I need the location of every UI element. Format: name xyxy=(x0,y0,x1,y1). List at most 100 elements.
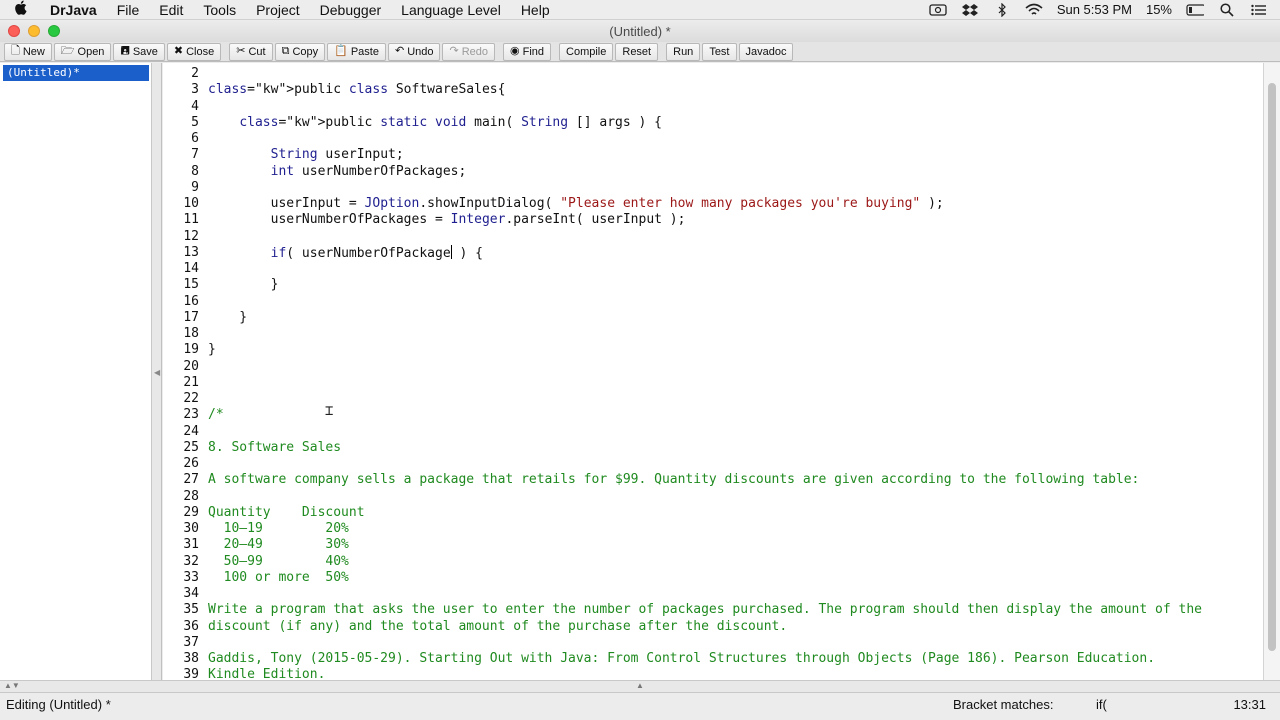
code-text[interactable]: Write a program that asks the user to en… xyxy=(208,602,1202,618)
code-line[interactable]: 20 xyxy=(163,359,1263,375)
splitter-handle-icon[interactable]: ▲ xyxy=(636,681,644,690)
code-line[interactable]: 25 8. Software Sales xyxy=(163,440,1263,456)
code-text[interactable]: 100 or more 50% xyxy=(208,570,349,586)
code-line[interactable]: 12 xyxy=(163,229,1263,245)
paste-button[interactable]: 📋 Paste xyxy=(327,42,386,61)
redo-button[interactable]: ↷ Redo xyxy=(442,42,495,61)
menu-edit[interactable]: Edit xyxy=(149,2,193,18)
menu-project[interactable]: Project xyxy=(246,2,310,18)
code-line[interactable]: 2 xyxy=(163,66,1263,82)
apple-icon[interactable] xyxy=(0,0,40,19)
code-text[interactable]: } xyxy=(208,310,247,326)
close-button[interactable]: ✖ Close xyxy=(166,42,222,61)
code-line[interactable]: 3 class="kw">public class SoftwareSales{ xyxy=(163,82,1263,98)
javadoc-button[interactable]: Javadoc xyxy=(738,42,794,61)
code-line[interactable]: 34 xyxy=(163,586,1263,602)
clock[interactable]: Sun 5:53 PM xyxy=(1057,2,1132,17)
vertical-splitter[interactable]: ◀ xyxy=(152,63,162,680)
notification-center-icon[interactable] xyxy=(1250,2,1268,18)
code-text[interactable]: class="kw">public static void main( Stri… xyxy=(208,115,662,131)
code-line[interactable]: 7 String userInput; xyxy=(163,147,1263,163)
splitter-grip-icon[interactable]: ◀ xyxy=(154,368,160,377)
code-text[interactable]: userNumberOfPackages = Integer.parseInt(… xyxy=(208,212,686,228)
code-line[interactable]: 28 xyxy=(163,489,1263,505)
code-text[interactable]: Gaddis, Tony (2015-05-29). Starting Out … xyxy=(208,651,1155,667)
code-text[interactable]: discount (if any) and the total amount o… xyxy=(208,619,787,635)
menu-language-level[interactable]: Language Level xyxy=(391,2,511,18)
menu-help[interactable]: Help xyxy=(511,2,560,18)
save-button[interactable]: 🖪 Save xyxy=(113,42,165,61)
code-line[interactable]: 15 } xyxy=(163,277,1263,293)
code-line[interactable]: 21 xyxy=(163,375,1263,391)
compile-button[interactable]: Compile xyxy=(559,42,614,61)
horizontal-splitter[interactable]: ▲▼ ▲ xyxy=(0,680,1280,692)
code-line[interactable]: 36 discount (if any) and the total amount… xyxy=(163,619,1263,635)
code-line[interactable]: 14 xyxy=(163,261,1263,277)
wifi-icon[interactable] xyxy=(1025,2,1043,18)
open-button[interactable]: 🗁 Open xyxy=(53,42,112,61)
code-line[interactable]: 4 xyxy=(163,99,1263,115)
collapse-arrow-icon[interactable]: ▲▼ xyxy=(4,681,20,690)
battery-icon[interactable] xyxy=(1186,2,1204,18)
code-line[interactable]: 17 } xyxy=(163,310,1263,326)
close-window-button[interactable] xyxy=(8,25,20,37)
code-line[interactable]: 35 Write a program that asks the user to … xyxy=(163,602,1263,618)
code-editor[interactable]: 2 3 class="kw">public class SoftwareSales{… xyxy=(163,63,1263,680)
minimize-window-button[interactable] xyxy=(28,25,40,37)
code-line[interactable]: 19} xyxy=(163,342,1263,358)
code-text[interactable]: class="kw">public class SoftwareSales{ xyxy=(208,82,505,98)
code-text[interactable]: String userInput; xyxy=(208,147,404,163)
code-text[interactable]: 10–19 20% xyxy=(208,521,349,537)
code-text[interactable]: Quantity Discount xyxy=(208,505,365,521)
code-text[interactable]: Kindle Edition. xyxy=(208,667,325,680)
code-line[interactable]: 33 100 or more 50% xyxy=(163,570,1263,586)
code-line[interactable]: 39 Kindle Edition. xyxy=(163,667,1263,680)
code-text[interactable]: } xyxy=(208,342,216,358)
spotlight-search-icon[interactable] xyxy=(1218,2,1236,18)
code-line[interactable]: 38 Gaddis, Tony (2015-05-29). Starting Ou… xyxy=(163,651,1263,667)
bluetooth-icon[interactable] xyxy=(993,2,1011,18)
reset-button[interactable]: Reset xyxy=(615,42,659,61)
dropbox-icon[interactable] xyxy=(961,2,979,18)
code-text[interactable]: } xyxy=(208,277,279,293)
code-line[interactable]: 31 20–49 30% xyxy=(163,537,1263,553)
code-text[interactable]: /* xyxy=(208,407,224,423)
cut-button[interactable]: ✂ Cut xyxy=(229,42,273,61)
code-text[interactable]: if( userNumberOfPackage ) { xyxy=(208,244,483,262)
code-line[interactable]: 5 class="kw">public static void main( St… xyxy=(163,115,1263,131)
code-text[interactable]: int userNumberOfPackages; xyxy=(208,164,467,180)
code-line[interactable]: 29 Quantity Discount xyxy=(163,505,1263,521)
copy-button[interactable]: ⧉ Copy xyxy=(274,42,326,61)
code-text[interactable]: A software company sells a package that … xyxy=(208,472,1139,488)
code-line[interactable]: 8 int userNumberOfPackages; xyxy=(163,164,1263,180)
code-line[interactable]: 26 xyxy=(163,456,1263,472)
code-line[interactable]: 27 A software company sells a package tha… xyxy=(163,472,1263,488)
code-line[interactable]: 37 xyxy=(163,635,1263,651)
code-text[interactable]: userInput = JOption.showInputDialog( "Pl… xyxy=(208,196,944,212)
code-text[interactable]: 50–99 40% xyxy=(208,554,349,570)
code-line[interactable]: 10 userInput = JOption.showInputDialog( … xyxy=(163,196,1263,212)
menu-debugger[interactable]: Debugger xyxy=(310,2,392,18)
vertical-scrollbar[interactable] xyxy=(1263,63,1280,680)
scrollbar-thumb[interactable] xyxy=(1268,83,1276,651)
menu-tools[interactable]: Tools xyxy=(193,2,246,18)
code-line[interactable]: 6 xyxy=(163,131,1263,147)
new-button[interactable]: 🗋 New xyxy=(4,42,52,61)
test-button[interactable]: Test xyxy=(702,42,737,61)
find-button[interactable]: ◉ Find xyxy=(503,42,552,61)
battery-percent[interactable]: 15% xyxy=(1146,2,1172,17)
code-line[interactable]: 18 xyxy=(163,326,1263,342)
code-text[interactable]: 20–49 30% xyxy=(208,537,349,553)
menu-file[interactable]: File xyxy=(107,2,150,18)
code-text[interactable]: 8. Software Sales xyxy=(208,440,341,456)
document-item[interactable]: (Untitled)* xyxy=(3,65,149,81)
code-line[interactable]: 32 50–99 40% xyxy=(163,554,1263,570)
code-line[interactable]: 24 xyxy=(163,424,1263,440)
code-line[interactable]: 11 userNumberOfPackages = Integer.parseI… xyxy=(163,212,1263,228)
undo-button[interactable]: ↶ Undo xyxy=(387,42,441,61)
code-line[interactable]: 13 if( userNumberOfPackage ) { xyxy=(163,244,1263,262)
code-line[interactable]: 9 xyxy=(163,180,1263,196)
menu-app-name[interactable]: DrJava xyxy=(40,2,107,18)
zoom-window-button[interactable] xyxy=(48,25,60,37)
camera-icon[interactable] xyxy=(929,2,947,18)
